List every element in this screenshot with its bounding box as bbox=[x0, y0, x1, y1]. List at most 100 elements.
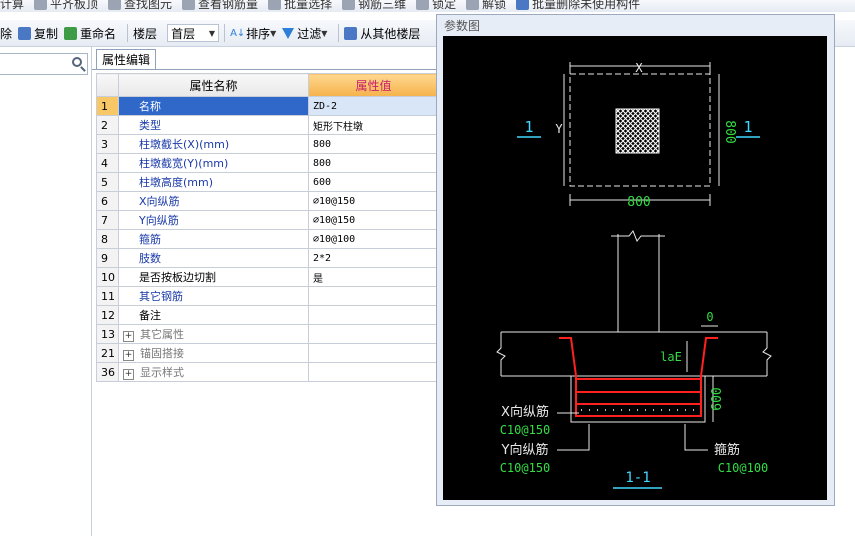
property-name-cell[interactable]: 柱墩截长(X)(mm) bbox=[118, 134, 309, 154]
property-value-cell[interactable]: 600 bbox=[308, 172, 439, 192]
find-label: 查找图元 bbox=[124, 0, 173, 11]
property-name: 肢数 bbox=[139, 252, 161, 265]
chevron-down-icon: ▼ bbox=[321, 28, 328, 38]
property-name-cell[interactable]: + 其它属性 bbox=[118, 324, 309, 344]
unlock-button[interactable]: 解锁 bbox=[466, 0, 506, 12]
floor-label: 楼层 bbox=[133, 26, 158, 41]
plan-height-dim: 800 bbox=[722, 120, 737, 143]
sort-icon: A↓ bbox=[230, 27, 246, 39]
rebar-3d-button[interactable]: 钢筋三维 bbox=[342, 0, 406, 12]
floor-select[interactable]: 首层 ▼ bbox=[167, 24, 220, 42]
property-name-cell[interactable]: 肢数 bbox=[118, 248, 309, 268]
property-name-cell[interactable]: 柱墩高度(mm) bbox=[118, 172, 309, 192]
table-row[interactable]: 10 是否按板边切割 是 bbox=[96, 267, 439, 287]
property-name-cell[interactable]: 其它钢筋 bbox=[118, 286, 309, 306]
table-row[interactable]: 1 名称 ZD-2 bbox=[96, 96, 439, 116]
property-name-cell[interactable]: 箍筋 bbox=[118, 229, 309, 249]
row-number: 6 bbox=[96, 191, 119, 211]
property-name-cell[interactable]: X向纵筋 bbox=[118, 191, 309, 211]
zero-dim: 0 bbox=[706, 310, 713, 324]
expand-icon[interactable]: + bbox=[123, 331, 134, 342]
section-height-dim: 600 bbox=[710, 387, 725, 410]
row-number: 13 bbox=[96, 324, 119, 344]
calc-label: 计算 bbox=[0, 0, 25, 11]
table-row[interactable]: 13 + 其它属性 bbox=[96, 324, 439, 344]
table-row[interactable]: 4 柱墩截宽(Y)(mm) 800 bbox=[96, 153, 439, 173]
table-row[interactable]: 8 箍筋 ⌀10@100 bbox=[96, 229, 439, 249]
find-element-button[interactable]: 查找图元 bbox=[108, 0, 172, 12]
rename-button[interactable]: 重命名 bbox=[64, 25, 116, 42]
tab-property-edit[interactable]: 属性编辑 bbox=[96, 49, 157, 70]
expand-icon[interactable]: + bbox=[123, 350, 134, 361]
batch-delete-button[interactable]: 批量删除未使用构件 bbox=[516, 0, 640, 12]
property-name-cell[interactable]: 名称 bbox=[118, 96, 309, 116]
property-value-cell[interactable]: ⌀10@150 bbox=[308, 191, 439, 211]
property-value-cell[interactable]: 800 bbox=[308, 153, 439, 173]
property-value-cell[interactable] bbox=[308, 343, 439, 363]
property-name: 名称 bbox=[139, 100, 161, 113]
table-row[interactable]: 7 Y向纵筋 ⌀10@150 bbox=[96, 210, 439, 230]
table-row[interactable]: 12 备注 bbox=[96, 305, 439, 325]
property-name: 箍筋 bbox=[139, 233, 161, 246]
table-row[interactable]: 36 + 显示样式 bbox=[96, 362, 439, 382]
plan-width-dim: 800 bbox=[627, 195, 650, 210]
calc-button[interactable]: 计算 bbox=[0, 0, 24, 12]
property-value-cell[interactable]: ZD-2 bbox=[308, 96, 439, 116]
property-value-cell[interactable]: 800 bbox=[308, 134, 439, 154]
table-row[interactable]: 5 柱墩高度(mm) 600 bbox=[96, 172, 439, 192]
delete-button[interactable]: 除 bbox=[0, 25, 12, 42]
property-value-cell[interactable] bbox=[308, 286, 439, 306]
batch-select-label: 批量选择 bbox=[284, 0, 333, 11]
plan-x-label: X bbox=[635, 61, 643, 75]
copy-button[interactable]: 复制 bbox=[18, 25, 58, 42]
property-name: 其它属性 bbox=[140, 328, 184, 341]
property-name-cell[interactable]: + 显示样式 bbox=[118, 362, 309, 382]
sort-button[interactable]: A↓ 排序 ▼ bbox=[230, 25, 276, 42]
property-value-cell[interactable]: 2*2 bbox=[308, 248, 439, 268]
table-row[interactable]: 11 其它钢筋 bbox=[96, 286, 439, 306]
property-value-cell[interactable] bbox=[308, 305, 439, 325]
leader-line bbox=[684, 424, 708, 451]
property-value-cell[interactable]: ⌀10@100 bbox=[308, 229, 439, 249]
copy-from-floor-button[interactable]: 从其他楼层 bbox=[344, 25, 420, 42]
batch-delete-label: 批量删除未使用构件 bbox=[532, 0, 641, 11]
row-number: 10 bbox=[96, 267, 119, 287]
copy-label: 复制 bbox=[34, 26, 59, 41]
property-name-cell[interactable]: + 锚固搭接 bbox=[118, 343, 309, 363]
view-rebar-button[interactable]: 查看钢筋量 bbox=[182, 0, 258, 12]
search-input[interactable] bbox=[0, 53, 88, 75]
property-name: X向纵筋 bbox=[139, 195, 180, 208]
lock-button[interactable]: 锁定 bbox=[416, 0, 456, 12]
table-row[interactable]: 21 + 锚固搭接 bbox=[96, 343, 439, 363]
stirrup-label: 箍筋 bbox=[714, 442, 740, 458]
table-row[interactable]: 2 类型 矩形下柱墩 bbox=[96, 115, 439, 135]
search-icon[interactable] bbox=[72, 57, 82, 67]
floor-value: 首层 bbox=[171, 26, 196, 41]
property-value-cell[interactable]: 是 bbox=[308, 267, 439, 287]
property-name-cell[interactable]: Y向纵筋 bbox=[118, 210, 309, 230]
property-value-cell[interactable]: ⌀10@150 bbox=[308, 210, 439, 230]
property-name-cell[interactable]: 是否按板边切割 bbox=[118, 267, 309, 287]
property-name-cell[interactable]: 柱墩截宽(Y)(mm) bbox=[118, 153, 309, 173]
flush-slab-top-button[interactable]: 平齐板顶 bbox=[34, 0, 98, 12]
property-name: Y向纵筋 bbox=[139, 214, 179, 227]
property-name-cell[interactable]: 备注 bbox=[118, 305, 309, 325]
expand-icon[interactable]: + bbox=[123, 369, 134, 380]
delete-label: 除 bbox=[0, 26, 13, 41]
batch-select-button[interactable]: 批量选择 bbox=[268, 0, 332, 12]
row-number: 12 bbox=[96, 305, 119, 325]
table-row[interactable]: 6 X向纵筋 ⌀10@150 bbox=[96, 191, 439, 211]
filter-button[interactable]: 过滤 ▼ bbox=[282, 25, 327, 42]
row-number: 11 bbox=[96, 286, 119, 306]
table-row[interactable]: 3 柱墩截长(X)(mm) 800 bbox=[96, 134, 439, 154]
property-value-cell[interactable]: 矩形下柱墩 bbox=[308, 115, 439, 135]
floor-copy-icon bbox=[344, 26, 358, 40]
section-title: 1-1 bbox=[625, 470, 650, 486]
property-value-cell[interactable] bbox=[308, 362, 439, 382]
row-number: 5 bbox=[96, 172, 119, 192]
property-value-cell[interactable] bbox=[308, 324, 439, 344]
reference-drawing-window: 参数图 X Y 800 800 1 1 0 laE 600 X向纵筋 C10@1… bbox=[436, 14, 835, 506]
table-row[interactable]: 9 肢数 2*2 bbox=[96, 248, 439, 268]
property-name-cell[interactable]: 类型 bbox=[118, 115, 309, 135]
row-number: 7 bbox=[96, 210, 119, 230]
